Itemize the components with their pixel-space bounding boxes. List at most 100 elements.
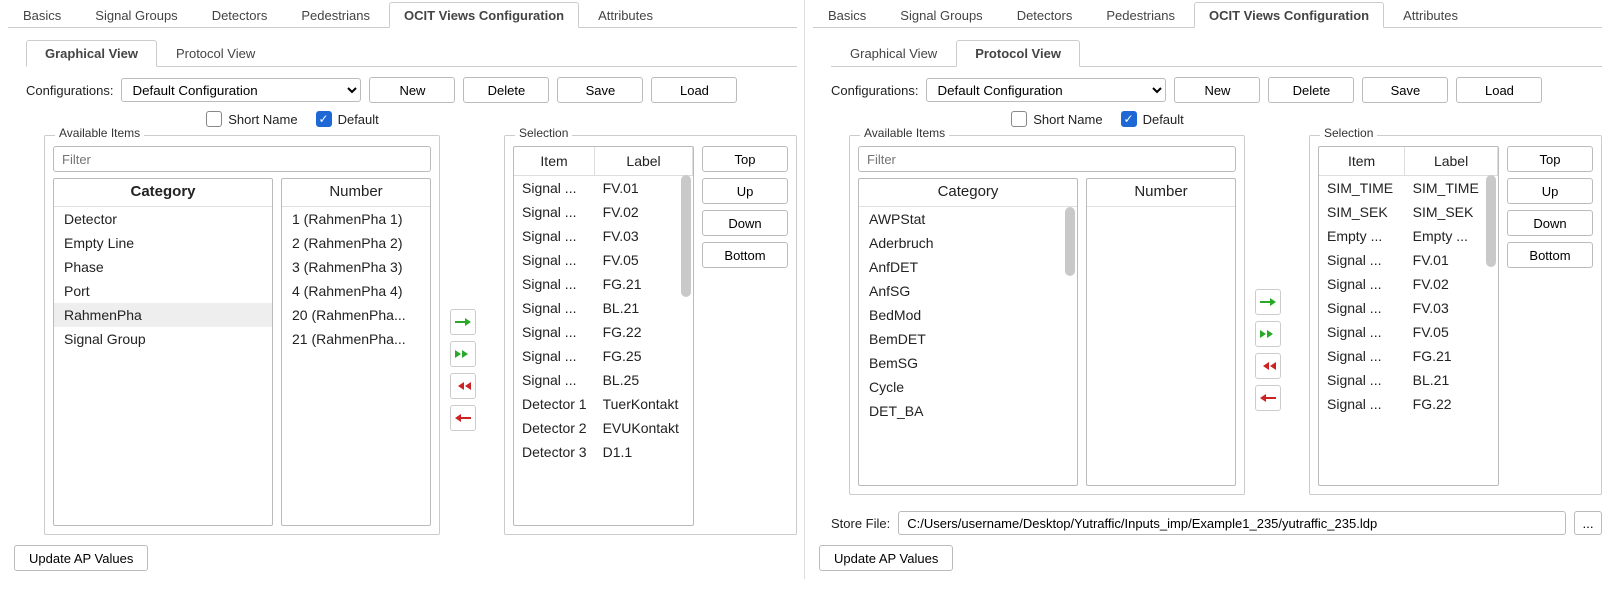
table-row[interactable]: Signal ...FV.05 [1319,320,1498,344]
up-button[interactable]: Up [1507,178,1593,204]
table-row[interactable]: Signal ...FG.22 [514,320,693,344]
short-name-checkbox[interactable] [206,111,222,127]
filter-input[interactable] [53,146,431,172]
table-row[interactable]: Signal ...FV.03 [1319,296,1498,320]
list-item[interactable]: BemSG [859,351,1077,375]
up-button[interactable]: Up [702,178,788,204]
remove-one-button[interactable] [1255,385,1281,411]
top-button[interactable]: Top [1507,146,1593,172]
filter-input[interactable] [858,146,1236,172]
add-all-button[interactable] [450,341,476,367]
bottom-button[interactable]: Bottom [1507,242,1593,268]
list-item[interactable]: 3 (RahmenPha 3) [282,255,430,279]
tab-detectors[interactable]: Detectors [197,2,283,27]
subtab-graphical[interactable]: Graphical View [26,40,157,67]
list-item[interactable]: 1 (RahmenPha 1) [282,207,430,231]
bottom-button[interactable]: Bottom [702,242,788,268]
update-ap-button[interactable]: Update AP Values [14,545,148,571]
table-row[interactable]: Signal ...FG.21 [1319,344,1498,368]
tab-detectors[interactable]: Detectors [1002,2,1088,27]
list-item[interactable]: Cycle [859,375,1077,399]
tab-ocit-views[interactable]: OCIT Views Configuration [1194,2,1384,28]
table-row[interactable]: Detector 3D1.1 [514,440,693,464]
table-row[interactable]: Signal ...FG.25 [514,344,693,368]
down-button[interactable]: Down [1507,210,1593,236]
list-item[interactable]: AnfSG [859,279,1077,303]
new-button[interactable]: New [1174,77,1260,103]
tab-attributes[interactable]: Attributes [583,2,668,27]
default-checkbox[interactable]: ✓ [1121,111,1137,127]
subtab-graphical[interactable]: Graphical View [831,40,956,66]
subtab-protocol[interactable]: Protocol View [157,40,274,66]
list-item[interactable]: RahmenPha [54,303,272,327]
table-row[interactable]: Empty ...Empty ... [1319,224,1498,248]
list-item[interactable]: Signal Group [54,327,272,351]
list-item[interactable]: Empty Line [54,231,272,255]
remove-all-button[interactable] [450,373,476,399]
default-checkbox[interactable]: ✓ [316,111,332,127]
add-all-button[interactable] [1255,321,1281,347]
selection-scrollbar[interactable] [1486,175,1496,483]
subtab-protocol[interactable]: Protocol View [956,40,1080,67]
tab-attributes[interactable]: Attributes [1388,2,1473,27]
delete-button[interactable]: Delete [463,77,549,103]
list-item[interactable]: Phase [54,255,272,279]
short-name-checkbox[interactable] [1011,111,1027,127]
table-row[interactable]: Signal ...FG.21 [514,272,693,296]
tab-ocit-views[interactable]: OCIT Views Configuration [389,2,579,28]
list-item[interactable]: Detector [54,207,272,231]
browse-button[interactable]: ... [1574,511,1602,535]
save-button[interactable]: Save [557,77,643,103]
tab-basics[interactable]: Basics [813,2,881,27]
table-row[interactable]: Signal ...BL.21 [514,296,693,320]
list-item[interactable]: Port [54,279,272,303]
table-row[interactable]: Signal ...FV.01 [1319,248,1498,272]
load-button[interactable]: Load [1456,77,1542,103]
table-row[interactable]: Signal ...FV.01 [514,176,693,201]
remove-all-button[interactable] [1255,353,1281,379]
table-row[interactable]: Signal ...FV.02 [1319,272,1498,296]
table-row[interactable]: SIM_SEKSIM_SEK [1319,200,1498,224]
list-item[interactable]: 21 (RahmenPha... [282,327,430,351]
tab-basics[interactable]: Basics [8,2,76,27]
list-item[interactable]: 2 (RahmenPha 2) [282,231,430,255]
category-scrollbar[interactable] [1065,207,1075,483]
load-button[interactable]: Load [651,77,737,103]
view-subtabs: Graphical View Protocol View [831,40,1602,67]
table-row[interactable]: Detector 2EVUKontakt [514,416,693,440]
top-button[interactable]: Top [702,146,788,172]
new-button[interactable]: New [369,77,455,103]
remove-one-button[interactable] [450,405,476,431]
list-item[interactable]: AWPStat [859,207,1077,231]
list-item[interactable]: BemDET [859,327,1077,351]
delete-button[interactable]: Delete [1268,77,1354,103]
list-item[interactable]: BedMod [859,303,1077,327]
selection-scrollbar[interactable] [681,175,691,523]
list-item[interactable]: 20 (RahmenPha... [282,303,430,327]
save-button[interactable]: Save [1362,77,1448,103]
down-button[interactable]: Down [702,210,788,236]
list-item[interactable]: Aderbruch [859,231,1077,255]
list-item[interactable]: AnfDET [859,255,1077,279]
tab-signal-groups[interactable]: Signal Groups [885,2,997,27]
table-row[interactable]: Signal ...BL.21 [1319,368,1498,392]
tab-pedestrians[interactable]: Pedestrians [1091,2,1190,27]
add-one-button[interactable] [450,309,476,335]
table-row[interactable]: Detector 1TuerKontakt [514,392,693,416]
table-row[interactable]: SIM_TIMESIM_TIME [1319,176,1498,201]
tab-pedestrians[interactable]: Pedestrians [286,2,385,27]
list-item[interactable]: DET_BA [859,399,1077,423]
list-item[interactable]: 4 (RahmenPha 4) [282,279,430,303]
add-one-button[interactable] [1255,289,1281,315]
table-row[interactable]: Signal ...FG.22 [1319,392,1498,416]
configurations-select[interactable]: Default Configuration [926,78,1166,102]
update-ap-button[interactable]: Update AP Values [819,545,953,571]
table-row[interactable]: Signal ...FV.03 [514,224,693,248]
available-items-legend: Available Items [860,126,949,140]
store-file-input[interactable] [898,511,1566,535]
table-row[interactable]: Signal ...FV.05 [514,248,693,272]
tab-signal-groups[interactable]: Signal Groups [80,2,192,27]
table-row[interactable]: Signal ...BL.25 [514,368,693,392]
table-row[interactable]: Signal ...FV.02 [514,200,693,224]
configurations-select[interactable]: Default Configuration [121,78,361,102]
